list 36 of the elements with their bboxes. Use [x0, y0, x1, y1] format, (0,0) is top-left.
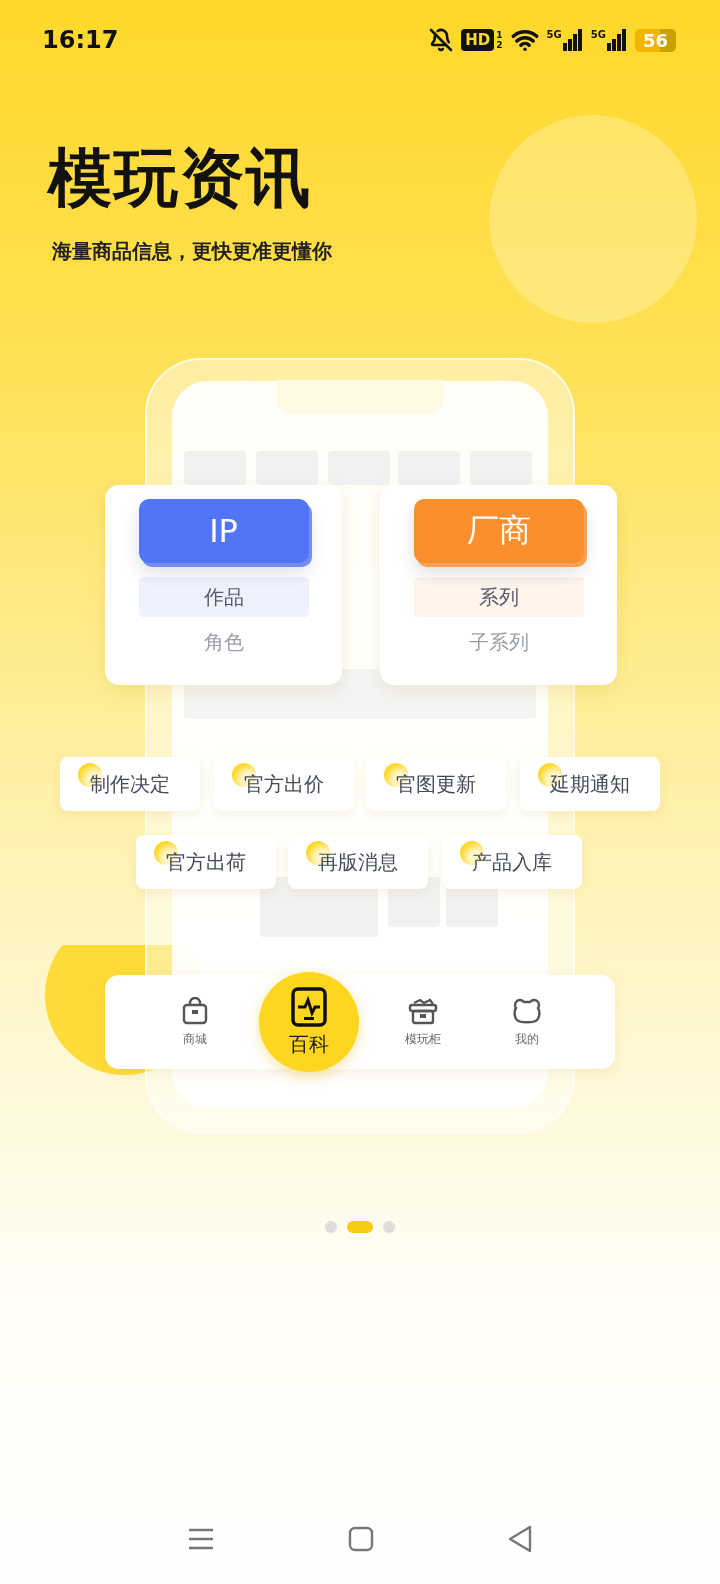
- back-triangle-icon[interactable]: [507, 1525, 534, 1553]
- network-type: 5G: [546, 29, 562, 40]
- nav-tab[interactable]: 我的: [487, 987, 567, 1057]
- sim-number: 2: [496, 40, 503, 50]
- nav-tab[interactable]: 模玩柜: [383, 987, 463, 1057]
- tag-label: 制作决定: [90, 770, 170, 798]
- nav-tab[interactable]: 百科: [259, 972, 359, 1072]
- tag-label: 官图更新: [396, 770, 476, 798]
- category-item: 系列: [413, 577, 584, 617]
- tag-label: 产品入库: [472, 848, 552, 876]
- status-time: 16:17: [42, 26, 119, 54]
- network-type: 5G: [590, 29, 606, 40]
- category-item: 子系列: [468, 629, 529, 656]
- category-item: 作品: [138, 577, 309, 617]
- page-dot[interactable]: [383, 1221, 395, 1233]
- tag-label: 再版消息: [318, 848, 398, 876]
- tag-label: 延期通知: [550, 770, 630, 798]
- pulse-icon: [291, 986, 327, 1027]
- bear-head-icon: [511, 996, 543, 1025]
- sim-number: 1: [496, 30, 503, 40]
- tag-label: 官方出价: [244, 770, 324, 798]
- tag-label: 官方出荷: [166, 848, 246, 876]
- page-dot[interactable]: [325, 1221, 337, 1233]
- menu-icon[interactable]: [186, 1527, 215, 1551]
- box-icon: [408, 996, 438, 1025]
- signal-icon: [606, 29, 627, 51]
- bell-off-icon: [429, 28, 454, 52]
- battery-level: 56: [634, 28, 676, 52]
- bag-icon: [182, 996, 208, 1025]
- signal-icon: [562, 29, 583, 51]
- hd-badge: HD: [461, 29, 495, 51]
- nav-tab[interactable]: 商城: [155, 987, 235, 1057]
- category-item: 角色: [203, 629, 244, 656]
- page-subtitle: 海量商品信息，更快更准更懂你: [52, 238, 332, 265]
- square-icon[interactable]: [348, 1526, 374, 1552]
- page-title: 模玩资讯: [48, 142, 312, 214]
